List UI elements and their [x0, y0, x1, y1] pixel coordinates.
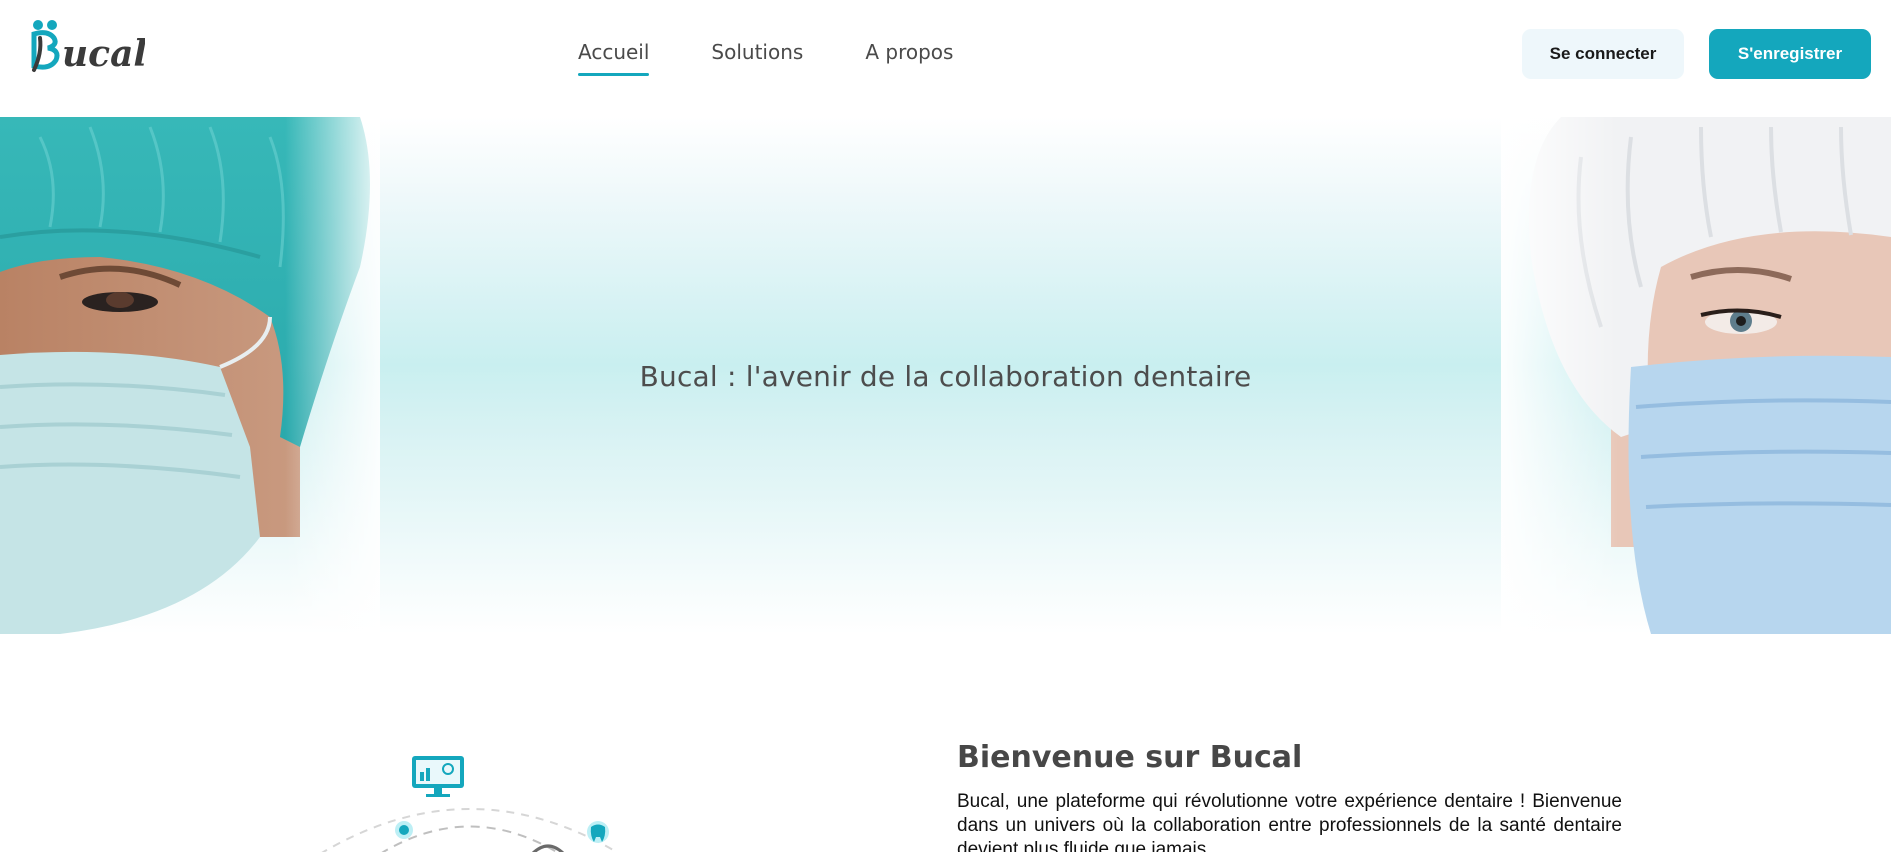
- network-node-icon: [395, 821, 413, 839]
- nav-accueil[interactable]: Accueil: [578, 40, 650, 76]
- welcome-title: Bienvenue sur Bucal: [957, 740, 1303, 775]
- register-button[interactable]: S'enregistrer: [1709, 29, 1871, 79]
- nav-solutions[interactable]: Solutions: [711, 40, 803, 76]
- tooth-icon: [587, 821, 609, 843]
- monitor-dashboard-icon: [412, 756, 464, 797]
- network-illustration: [321, 756, 619, 852]
- nav-a-propos[interactable]: A propos: [865, 40, 953, 76]
- hero-banner: Bucal : l'avenir de la collaboration den…: [0, 117, 1891, 634]
- login-button[interactable]: Se connecter: [1522, 29, 1684, 79]
- logo-icon: ucal: [31, 20, 145, 75]
- site-header: ucal Accueil Solutions A propos Se conne…: [0, 0, 1891, 117]
- welcome-section: Bienvenue sur Bucal Bucal, une plateform…: [0, 634, 1891, 852]
- main-nav: Accueil Solutions A propos: [578, 40, 1015, 76]
- welcome-text: Bucal, une plateforme qui révolutionne v…: [957, 791, 1622, 852]
- surgeon-female-image: [1501, 117, 1891, 634]
- logo[interactable]: ucal: [30, 18, 145, 78]
- svg-text:ucal: ucal: [62, 33, 145, 75]
